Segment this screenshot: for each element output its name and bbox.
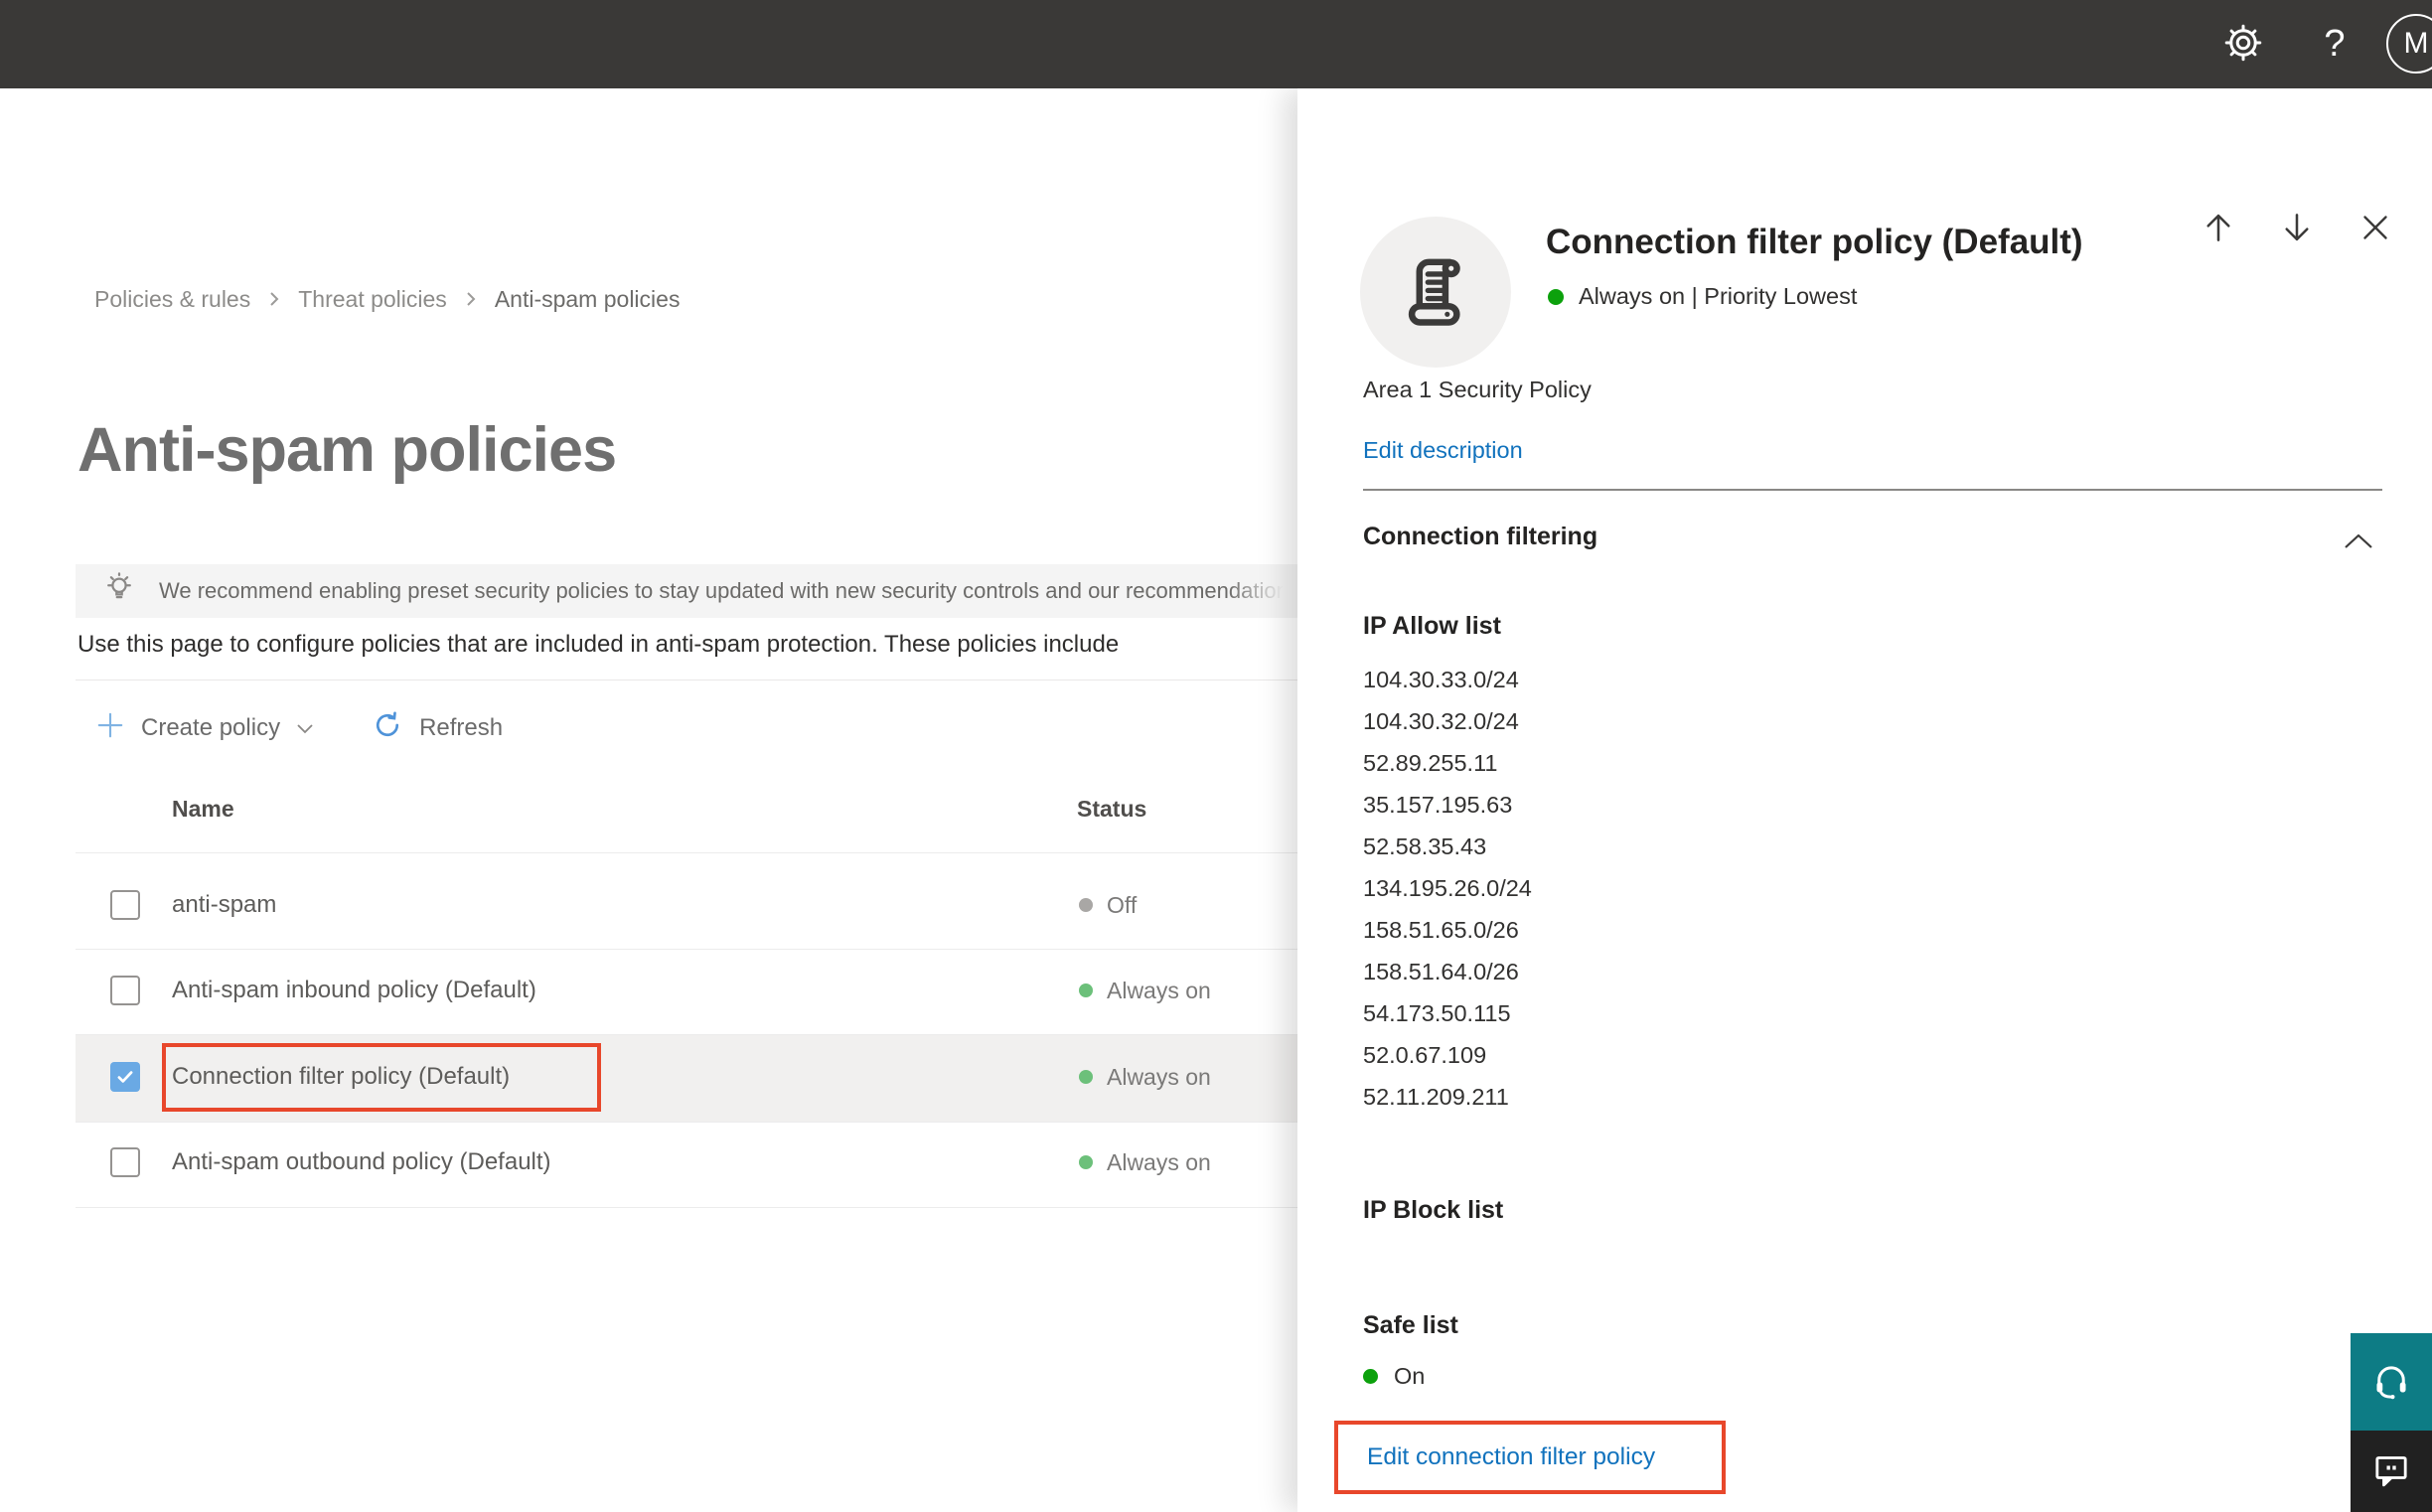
- row-separator: [76, 1122, 1297, 1123]
- policy-name[interactable]: Anti-spam inbound policy (Default): [172, 975, 536, 1006]
- status-dot: [1079, 898, 1093, 912]
- recommendation-banner: We recommend enabling preset security po…: [76, 564, 1297, 618]
- collapse-section-button[interactable]: [2337, 526, 2380, 559]
- ip-entry: 158.51.64.0/26: [1363, 959, 1519, 984]
- column-header-name[interactable]: Name: [172, 796, 234, 823]
- chevron-down-icon: [294, 721, 316, 736]
- ip-entry: 52.11.209.211: [1363, 1084, 1509, 1110]
- topbar: ? M: [0, 0, 2432, 88]
- chevron-right-icon: [266, 287, 282, 311]
- app-root: ? M Policies & rules Threat policies Ant…: [0, 0, 2432, 1512]
- panel-title: Connection filter policy (Default): [1546, 223, 2083, 261]
- annotation-highlight-box: [162, 1043, 601, 1112]
- banner-fade: [1228, 564, 1297, 618]
- row-separator: [76, 949, 1297, 950]
- ip-block-list-heading: IP Block list: [1363, 1196, 1504, 1224]
- row-separator: [76, 1207, 1297, 1208]
- safe-list-status: On: [1363, 1363, 1425, 1390]
- arrow-down-icon: [2278, 209, 2316, 249]
- panel-nav: [2163, 206, 2398, 251]
- edit-connection-filter-policy-link[interactable]: Edit connection filter policy: [1367, 1443, 1655, 1471]
- page-title: Anti-spam policies: [77, 415, 617, 485]
- row-checkbox-checked[interactable]: [110, 1062, 140, 1092]
- status-label: Always on: [1107, 1064, 1211, 1090]
- avatar-initial: M: [2403, 27, 2429, 60]
- row-checkbox[interactable]: [110, 976, 140, 1005]
- panel-status-text: Always on | Priority Lowest: [1579, 283, 1858, 309]
- plus-icon: [95, 710, 125, 747]
- status-dot: [1079, 1155, 1093, 1169]
- policy-name[interactable]: Anti-spam outbound policy (Default): [172, 1146, 551, 1178]
- panel-divider: [1363, 489, 2382, 491]
- lightbulb-icon: [101, 571, 137, 612]
- banner-text: We recommend enabling preset security po…: [159, 578, 1297, 603]
- page-description: Use this page to configure policies that…: [77, 631, 1120, 658]
- ip-entry: 134.195.26.0/24: [1363, 875, 1532, 901]
- row-checkbox[interactable]: [110, 1147, 140, 1177]
- breadcrumb-policies-rules[interactable]: Policies & rules: [94, 286, 250, 313]
- ip-entry: 52.58.35.43: [1363, 833, 1487, 859]
- description-fade: [1218, 631, 1297, 667]
- safe-list-heading: Safe list: [1363, 1311, 1458, 1339]
- refresh-button[interactable]: Refresh: [372, 709, 503, 748]
- next-item-button[interactable]: [2274, 206, 2320, 251]
- column-header-status[interactable]: Status: [1077, 796, 1146, 823]
- status-on-dot: [1548, 288, 1564, 305]
- help-icon: ?: [2324, 22, 2346, 65]
- create-policy-label: Create policy: [141, 714, 281, 741]
- section-connection-filtering: Connection filtering: [1363, 523, 1598, 550]
- row-checkbox[interactable]: [110, 890, 140, 920]
- status-dot: [1079, 983, 1093, 997]
- create-policy-button[interactable]: Create policy: [95, 710, 316, 747]
- avatar[interactable]: M: [2386, 14, 2432, 74]
- close-panel-button[interactable]: [2353, 206, 2398, 251]
- status-label: Always on: [1107, 978, 1211, 1003]
- ip-entry: 104.30.33.0/24: [1363, 667, 1519, 692]
- policy-group-label: Area 1 Security Policy: [1363, 377, 1592, 402]
- ip-entry: 35.157.195.63: [1363, 792, 1513, 818]
- status-label: Off: [1107, 892, 1138, 918]
- policy-icon-circle: [1360, 217, 1511, 368]
- edit-description-link[interactable]: Edit description: [1363, 437, 1523, 464]
- row-separator: [76, 1034, 1297, 1035]
- settings-button[interactable]: [2219, 20, 2267, 68]
- toolbar: Create policy Refresh: [95, 702, 503, 754]
- status-on-dot: [1363, 1369, 1378, 1384]
- support-button[interactable]: [2351, 1333, 2432, 1431]
- headset-icon: [2370, 1360, 2412, 1405]
- scroll-icon: [1395, 249, 1476, 336]
- help-button[interactable]: ?: [2311, 20, 2358, 68]
- gear-icon: [2222, 22, 2264, 67]
- ip-entry: 54.173.50.115: [1363, 1000, 1511, 1026]
- status-label: Always on: [1107, 1149, 1211, 1175]
- refresh-label: Refresh: [419, 714, 504, 741]
- policy-details-panel: Connection filter policy (Default) Alway…: [1297, 88, 2432, 1512]
- ip-entry: 52.89.255.11: [1363, 750, 1498, 776]
- chevron-up-icon: [2342, 533, 2375, 554]
- ip-allow-list-heading: IP Allow list: [1363, 612, 1501, 640]
- ip-entry: 52.0.67.109: [1363, 1042, 1487, 1068]
- feedback-bubble-icon: [2371, 1450, 2411, 1493]
- annotation-highlight-box: Edit connection filter policy: [1334, 1421, 1726, 1494]
- breadcrumb-anti-spam-policies[interactable]: Anti-spam policies: [495, 286, 681, 313]
- chevron-right-icon: [463, 287, 479, 311]
- panel-status: Always on | Priority Lowest: [1548, 283, 1857, 310]
- close-icon: [2357, 210, 2393, 248]
- breadcrumb-threat-policies[interactable]: Threat policies: [298, 286, 447, 313]
- policy-name[interactable]: anti-spam: [172, 889, 276, 921]
- refresh-icon: [372, 709, 403, 748]
- previous-item-button[interactable]: [2196, 206, 2241, 251]
- ip-allow-list: 104.30.33.0/24 104.30.32.0/24 52.89.255.…: [1363, 659, 1532, 1118]
- ip-entry: 104.30.32.0/24: [1363, 708, 1519, 734]
- row-separator: [76, 852, 1297, 853]
- breadcrumb: Policies & rules Threat policies Anti-sp…: [94, 283, 680, 315]
- main-content: Policies & rules Threat policies Anti-sp…: [0, 88, 1297, 1512]
- arrow-up-icon: [2200, 209, 2237, 249]
- status-dot: [1079, 1070, 1093, 1084]
- safe-list-value: On: [1394, 1363, 1426, 1389]
- feedback-button[interactable]: [2351, 1431, 2432, 1512]
- ip-entry: 158.51.65.0/26: [1363, 917, 1519, 943]
